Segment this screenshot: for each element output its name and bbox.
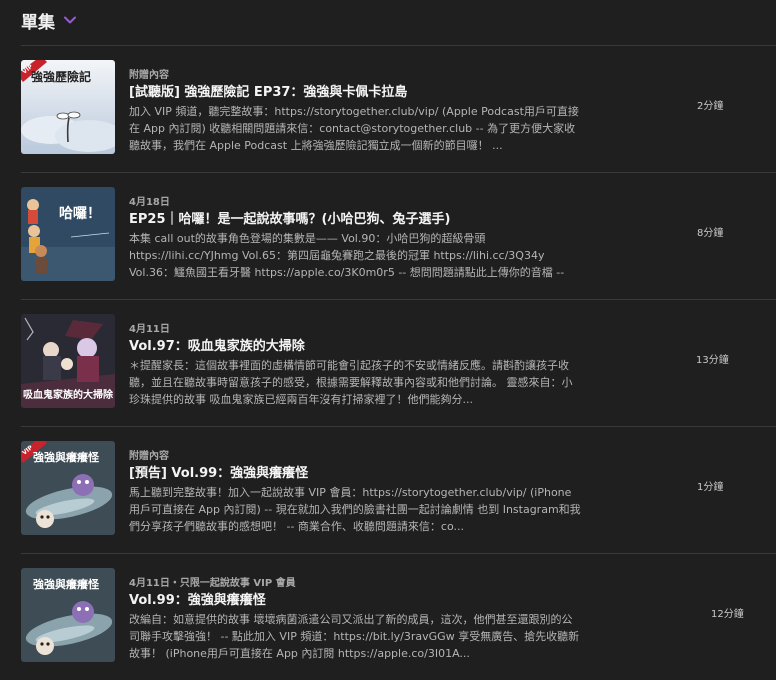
episode-duration: 2分鐘 <box>697 101 724 112</box>
artwork-title: 哈囉！ <box>59 206 101 222</box>
episode-row[interactable]: 吸血鬼家族的大掃除 4月11日 Vol.97：吸血鬼家族的大掃除 ＊提醒家長：這… <box>21 299 776 426</box>
episode-duration: 8分鐘 <box>697 228 724 239</box>
episode-list: VIP 強強歷險記 附贈內容 [試聽版] 強強歷險記 EP37：強強與卡佩卡拉島… <box>21 45 776 680</box>
artwork-title: 吸血鬼家族的大掃除 <box>23 390 113 401</box>
episode-meta: 附贈內容 <box>129 70 169 81</box>
episode-description: 本集 call out的故事角色登場的集數是—— Vol.90：小哈巴狗的超級骨… <box>129 232 565 279</box>
episode-artwork: VIP 強強與癢癢怪 <box>21 441 115 535</box>
episode-duration: 13分鐘 <box>696 355 729 366</box>
episode-row[interactable]: VIP 強強歷險記 附贈內容 [試聽版] 強強歷險記 EP37：強強與卡佩卡拉島… <box>21 45 776 172</box>
episode-artwork: 吸血鬼家族的大掃除 <box>21 314 115 408</box>
episodes-title: 單集 <box>21 12 55 33</box>
episode-title[interactable]: Vol.97：吸血鬼家族的大掃除 <box>129 335 305 354</box>
episode-title[interactable]: [試聽版] 強強歷險記 EP37：強強與卡佩卡拉島 <box>129 81 407 100</box>
episode-title[interactable]: Vol.99：強強與癢癢怪 <box>129 589 266 608</box>
episode-meta: 4月11日・只限一起說故事 VIP 會員 <box>129 578 296 589</box>
episode-artwork: VIP 強強歷險記 <box>21 60 115 154</box>
artwork-title: 強強與癢癢怪 <box>33 451 99 464</box>
episode-title[interactable]: EP25｜哈囉！是一起說故事嗎？(小哈巴狗、兔子選手) <box>129 208 450 227</box>
episode-row[interactable]: VIP 強強與癢癢怪 附贈內容 [預告] Vol.99：強強與癢癢怪 馬上聽到完… <box>21 426 776 553</box>
episode-row[interactable]: 強強與癢癢怪 4月11日・只限一起說故事 VIP 會員 Vol.99：強強與癢癢… <box>21 553 776 680</box>
episode-artwork: 哈囉！ <box>21 187 115 281</box>
episode-duration: 1分鐘 <box>697 482 724 493</box>
chevron-down-icon[interactable] <box>63 13 77 27</box>
episode-row[interactable]: 哈囉！ 4月18日 EP25｜哈囉！是一起說故事嗎？(小哈巴狗、兔子選手) 本集… <box>21 172 776 299</box>
artwork-title: 強強歷險記 <box>31 70 92 84</box>
episode-meta: 附贈內容 <box>129 451 169 462</box>
episode-title[interactable]: [預告] Vol.99：強強與癢癢怪 <box>129 462 308 481</box>
episode-description: 加入 VIP 頻道，聽完整故事：https://storytogether.cl… <box>129 105 579 152</box>
episode-meta: 4月11日 <box>129 324 170 335</box>
episode-artwork: 強強與癢癢怪 <box>21 568 115 662</box>
artwork-title: 強強與癢癢怪 <box>33 578 99 591</box>
episode-description: 改編自：如意提供的故事 壞壞病菌派遣公司又派出了新的成員，這次，他們甚至還跟別的… <box>129 613 580 660</box>
episode-description: ＊提醒家長：這個故事裡面的虛構情節可能會引起孩子的不安或情緒反應。請斟酌讓孩子收… <box>129 359 573 406</box>
episode-meta: 4月18日 <box>129 197 170 208</box>
episode-duration: 12分鐘 <box>711 609 744 620</box>
episode-description: 馬上聽到完整故事！加入一起說故事 VIP 會員：https://storytog… <box>129 486 581 533</box>
episodes-header[interactable]: 單集 <box>21 8 77 33</box>
